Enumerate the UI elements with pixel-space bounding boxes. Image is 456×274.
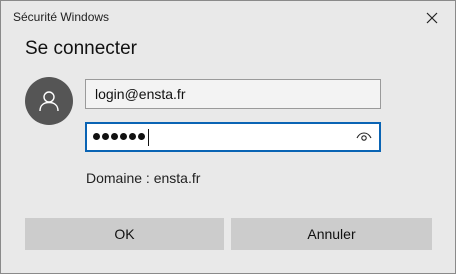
password-dot [93,133,100,140]
reveal-password-button[interactable] [354,129,374,145]
eye-icon [356,132,372,141]
close-icon [426,12,438,24]
cancel-button[interactable]: Annuler [231,218,432,250]
password-dot [111,133,118,140]
ok-button[interactable]: OK [25,218,224,250]
password-field[interactable] [85,122,381,152]
close-button[interactable] [415,5,449,31]
dialog-heading: Se connecter [25,38,137,59]
avatar [25,77,73,125]
password-mask [93,133,145,140]
password-dot [102,133,109,140]
login-value: login@ensta.fr [95,86,186,102]
domain-label: Domaine : ensta.fr [86,170,201,186]
windows-security-dialog: Sécurité Windows Se connecter login@enst… [0,0,456,274]
password-dot [120,133,127,140]
login-field[interactable]: login@ensta.fr [85,79,381,109]
password-dot [129,133,136,140]
window-title: Sécurité Windows [13,10,110,24]
user-icon [39,91,59,112]
title-bar: Sécurité Windows [1,1,455,33]
text-caret [148,129,149,146]
password-dot [138,133,145,140]
